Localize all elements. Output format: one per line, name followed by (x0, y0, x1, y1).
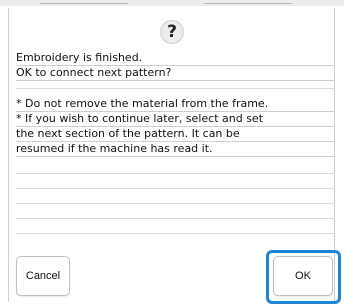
top-bar-line-right (204, 3, 292, 4)
screen: ? Embroidery is finished. OK to connect … (0, 0, 344, 306)
top-bar-line-left (40, 3, 128, 4)
note-line-3: the next section of the pattern. It can … (16, 127, 335, 142)
top-bar (0, 0, 344, 6)
ok-button[interactable]: OK (273, 256, 333, 296)
empty-line-1 (16, 173, 335, 174)
empty-line-4 (16, 218, 335, 219)
note-line-4: resumed if the machine has read it. (16, 142, 335, 157)
question-icon: ? (160, 20, 184, 44)
section-divider (16, 88, 335, 89)
cancel-button[interactable]: Cancel (16, 256, 70, 296)
note-line-2: * If you wish to continue later, select … (16, 112, 335, 127)
note-line-1: * Do not remove the material from the fr… (16, 97, 335, 112)
empty-line-3 (16, 203, 335, 204)
message-line-1: Embroidery is finished. (16, 51, 335, 66)
empty-line-2 (16, 188, 335, 189)
empty-line-5 (16, 233, 335, 234)
message-line-2: OK to connect next pattern? (16, 66, 335, 81)
